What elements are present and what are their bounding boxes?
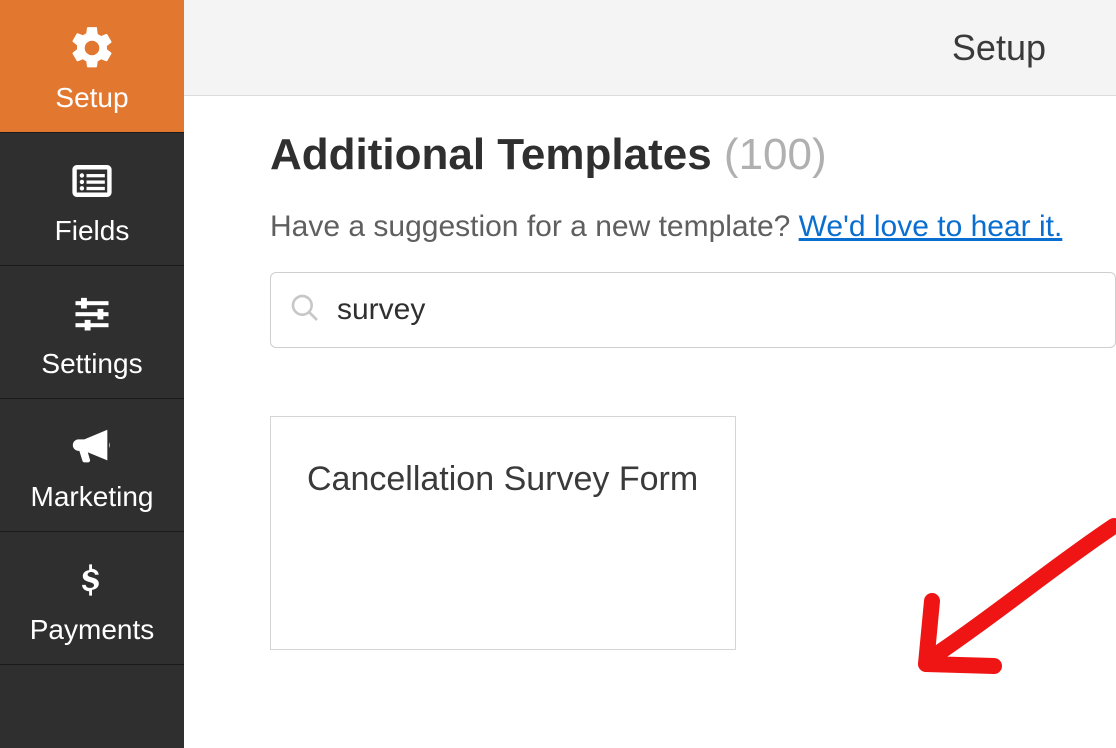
annotation-arrow-icon: [884, 506, 1116, 706]
search-icon: [289, 292, 321, 329]
content-area: Additional Templates (100) Have a sugges…: [184, 96, 1116, 650]
sliders-icon: [64, 290, 120, 338]
suggestion-link[interactable]: We'd love to hear it.: [799, 210, 1063, 243]
search-input[interactable]: [337, 293, 1097, 327]
sidebar-item-label: Payments: [30, 614, 155, 646]
sidebar-item-label: Setup: [55, 82, 128, 114]
sidebar-item-settings[interactable]: Settings: [0, 266, 184, 399]
dollar-icon: [64, 556, 120, 604]
suggestion-prefix: Have a suggestion for a new template?: [270, 210, 799, 243]
sidebar-item-fields[interactable]: Fields: [0, 133, 184, 266]
gear-icon: [64, 24, 120, 72]
main-panel: Setup Additional Templates (100) Have a …: [184, 0, 1116, 748]
suggestion-text: Have a suggestion for a new template? We…: [270, 210, 1116, 244]
template-card-title: Cancellation Survey Form: [307, 457, 699, 503]
heading-count: (100): [724, 130, 827, 179]
sidebar-item-marketing[interactable]: Marketing: [0, 399, 184, 532]
templates-heading: Additional Templates (100): [270, 130, 1116, 180]
sidebar-item-label: Fields: [55, 215, 130, 247]
sidebar-item-setup[interactable]: Setup: [0, 0, 184, 133]
template-card-cancellation-survey[interactable]: Cancellation Survey Form: [270, 416, 736, 650]
bullhorn-icon: [64, 423, 120, 471]
search-box[interactable]: [270, 272, 1116, 348]
sidebar-item-label: Marketing: [31, 481, 154, 513]
sidebar-item-label: Settings: [41, 348, 142, 380]
sidebar-nav: Setup Fields Settings Marketing Payments: [0, 0, 184, 748]
top-bar: Setup: [184, 0, 1116, 96]
sidebar-item-payments[interactable]: Payments: [0, 532, 184, 665]
page-title: Setup: [952, 27, 1046, 69]
heading-text: Additional Templates: [270, 130, 712, 179]
fields-icon: [64, 157, 120, 205]
